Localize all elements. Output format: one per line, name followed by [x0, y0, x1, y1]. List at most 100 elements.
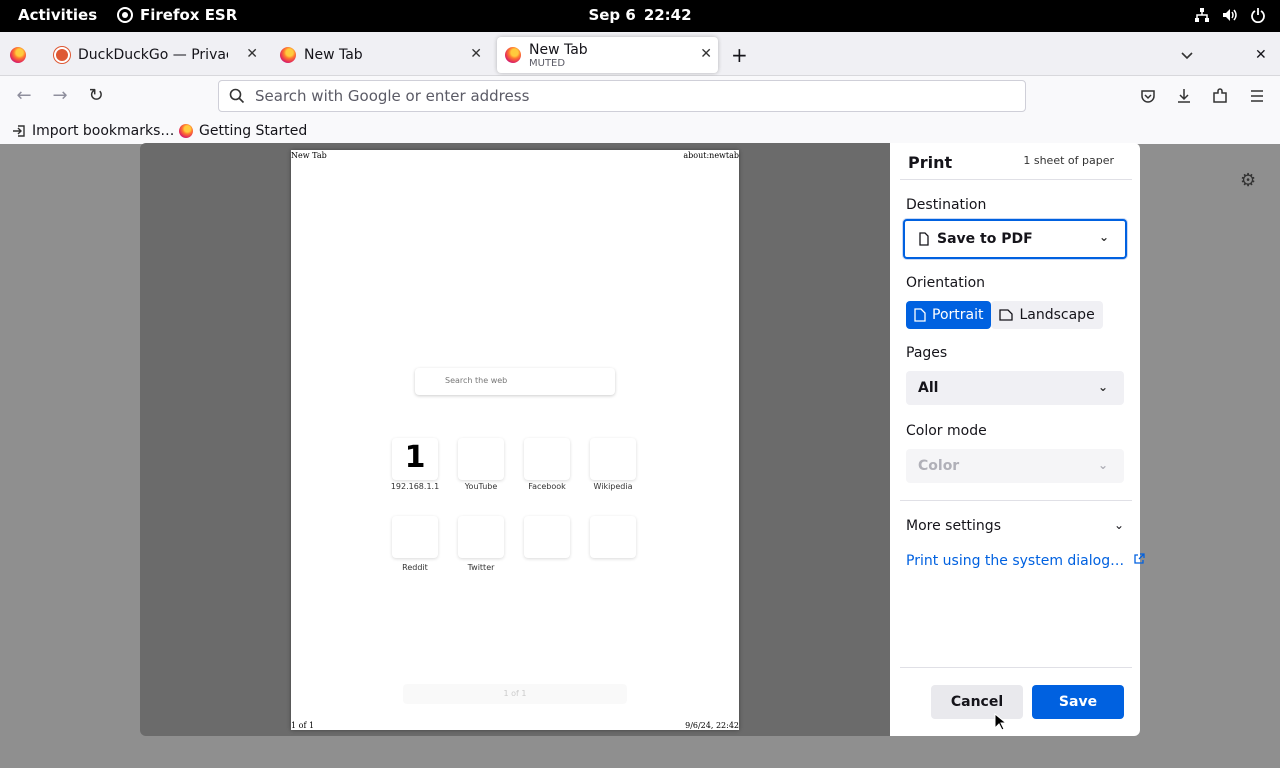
sheet-footer-right: 9/6/24, 22:42 — [685, 721, 739, 730]
firefox-view-icon — [10, 47, 26, 63]
settings-gear-icon[interactable]: ⚙ — [1240, 170, 1256, 191]
sheet-count: 1 sheet of paper — [1023, 154, 1114, 167]
divider — [900, 500, 1132, 501]
new-tab-button[interactable]: + — [731, 37, 751, 73]
close-icon[interactable]: ✕ — [700, 46, 712, 62]
print-settings-panel: Print 1 sheet of paper Destination Save … — [890, 143, 1145, 736]
chevron-down-icon: ⌄ — [1113, 518, 1124, 532]
tab-new-tab-muted[interactable]: New Tab MUTED ✕ — [497, 37, 718, 73]
more-settings-toggle[interactable]: More settings ⌄ — [906, 518, 1124, 534]
tab-strip: DuckDuckGo — Privacy, s ✕ New Tab ✕ New … — [0, 32, 1280, 76]
portrait-label: Portrait — [932, 307, 984, 323]
preview-tile — [590, 438, 636, 480]
tab-title: New Tab — [529, 41, 588, 58]
network-icon — [1195, 8, 1209, 22]
tile-label: YouTube — [464, 482, 498, 491]
tab-title: New Tab — [304, 47, 363, 63]
landscape-option[interactable]: Landscape — [991, 301, 1103, 329]
chevron-down-icon: ⌄ — [1097, 380, 1108, 394]
bookmark-getting-started[interactable]: Getting Started — [179, 123, 307, 139]
clock[interactable]: Sep 6 22:42 — [0, 6, 1280, 24]
tile-label: Reddit — [402, 563, 428, 572]
hamburger-menu-icon[interactable] — [1249, 88, 1265, 104]
import-icon — [13, 125, 25, 137]
close-icon[interactable]: ✕ — [470, 46, 482, 62]
close-window-button[interactable]: ✕ — [1255, 37, 1271, 73]
tile-label: Wikipedia — [593, 482, 633, 491]
document-icon — [919, 232, 929, 246]
color-mode-value: Color — [918, 458, 960, 474]
list-all-tabs-button[interactable] — [1180, 37, 1196, 73]
more-settings-label: More settings — [906, 518, 1001, 534]
preview-tile — [524, 516, 570, 558]
pages-select[interactable]: All ⌄ — [906, 371, 1124, 405]
tab-muted-label: MUTED — [529, 57, 566, 69]
print-title: Print — [908, 153, 953, 172]
downloads-icon[interactable] — [1176, 88, 1192, 104]
forward-arrow-icon: → — [52, 85, 68, 106]
bookmarks-toolbar: Import bookmarks… Getting Started — [0, 116, 1280, 144]
clock-time: 22:42 — [643, 6, 692, 24]
reload-button[interactable]: ↻ — [85, 85, 107, 107]
portrait-option[interactable]: Portrait — [906, 301, 992, 329]
mouse-cursor-icon — [994, 713, 1006, 731]
duckduckgo-icon — [54, 47, 70, 63]
tab-new-tab[interactable]: New Tab ✕ — [280, 37, 488, 73]
destination-value: Save to PDF — [937, 231, 1033, 247]
preview-tile — [524, 438, 570, 480]
landscape-icon — [999, 309, 1014, 321]
volume-icon — [1223, 9, 1237, 21]
preview-tile — [392, 516, 438, 558]
landscape-label: Landscape — [1019, 307, 1095, 323]
orientation-toggle: Portrait Landscape — [906, 301, 1103, 329]
external-link-icon — [1133, 553, 1145, 564]
tile-label: Twitter — [467, 563, 495, 572]
back-button[interactable]: ← — [13, 85, 35, 107]
tab-title-block: New Tab MUTED — [529, 42, 588, 69]
extensions-icon[interactable] — [1212, 88, 1228, 104]
tile-glyph: 1 — [404, 440, 426, 475]
chevron-down-icon: ⌄ — [1098, 230, 1109, 244]
destination-select[interactable]: Save to PDF ⌄ — [903, 219, 1127, 259]
pocket-icon[interactable] — [1140, 88, 1156, 104]
sheet-footer-left: 1 of 1 — [291, 721, 315, 730]
reload-icon: ↻ — [88, 85, 104, 106]
bookmark-label: Getting Started — [199, 123, 308, 139]
sheet-header-left: New Tab — [291, 151, 327, 160]
preview-ghost-navigation: 1 of 1 — [403, 684, 627, 704]
color-mode-label: Color mode — [906, 423, 987, 439]
back-arrow-icon: ← — [16, 85, 32, 106]
tab-duckduckgo[interactable]: DuckDuckGo — Privacy, s ✕ — [54, 37, 264, 73]
firefox-view-button[interactable] — [10, 37, 34, 73]
firefox-icon — [179, 124, 193, 138]
tab-title: DuckDuckGo — Privacy, s — [78, 47, 228, 63]
preview-search-box: Search the web — [415, 368, 615, 395]
tile-label: 192.168.1.1 — [390, 482, 440, 491]
system-dialog-link[interactable]: Print using the system dialog… — [906, 553, 1145, 569]
sheet-header-right: about:newtab — [683, 151, 739, 160]
search-icon — [229, 88, 245, 104]
system-tray[interactable] — [1194, 7, 1266, 23]
forward-button[interactable]: → — [49, 85, 71, 107]
divider — [900, 179, 1132, 180]
address-bar[interactable]: Search with Google or enter address — [218, 80, 1026, 112]
destination-label: Destination — [906, 197, 987, 213]
bookmark-label: Import bookmarks… — [32, 123, 175, 139]
system-top-bar: Activities Firefox ESR Sep 6 22:42 — [0, 0, 1280, 32]
pages-label: Pages — [906, 345, 948, 361]
pages-value: All — [918, 380, 939, 396]
preview-tile — [590, 516, 636, 558]
orientation-label: Orientation — [906, 275, 986, 291]
color-mode-select: Color ⌄ — [906, 449, 1124, 483]
preview-tile — [458, 438, 504, 480]
save-button[interactable]: Save — [1032, 685, 1124, 719]
bookmark-import[interactable]: Import bookmarks… — [12, 123, 174, 139]
plus-icon: + — [731, 43, 748, 67]
preview-tile: 1 — [392, 438, 438, 480]
portrait-icon — [914, 308, 926, 322]
tile-label: Facebook — [528, 482, 566, 491]
close-icon[interactable]: ✕ — [246, 46, 258, 62]
address-placeholder: Search with Google or enter address — [255, 87, 530, 105]
chevron-down-icon — [1181, 52, 1193, 60]
cancel-button[interactable]: Cancel — [931, 685, 1023, 719]
